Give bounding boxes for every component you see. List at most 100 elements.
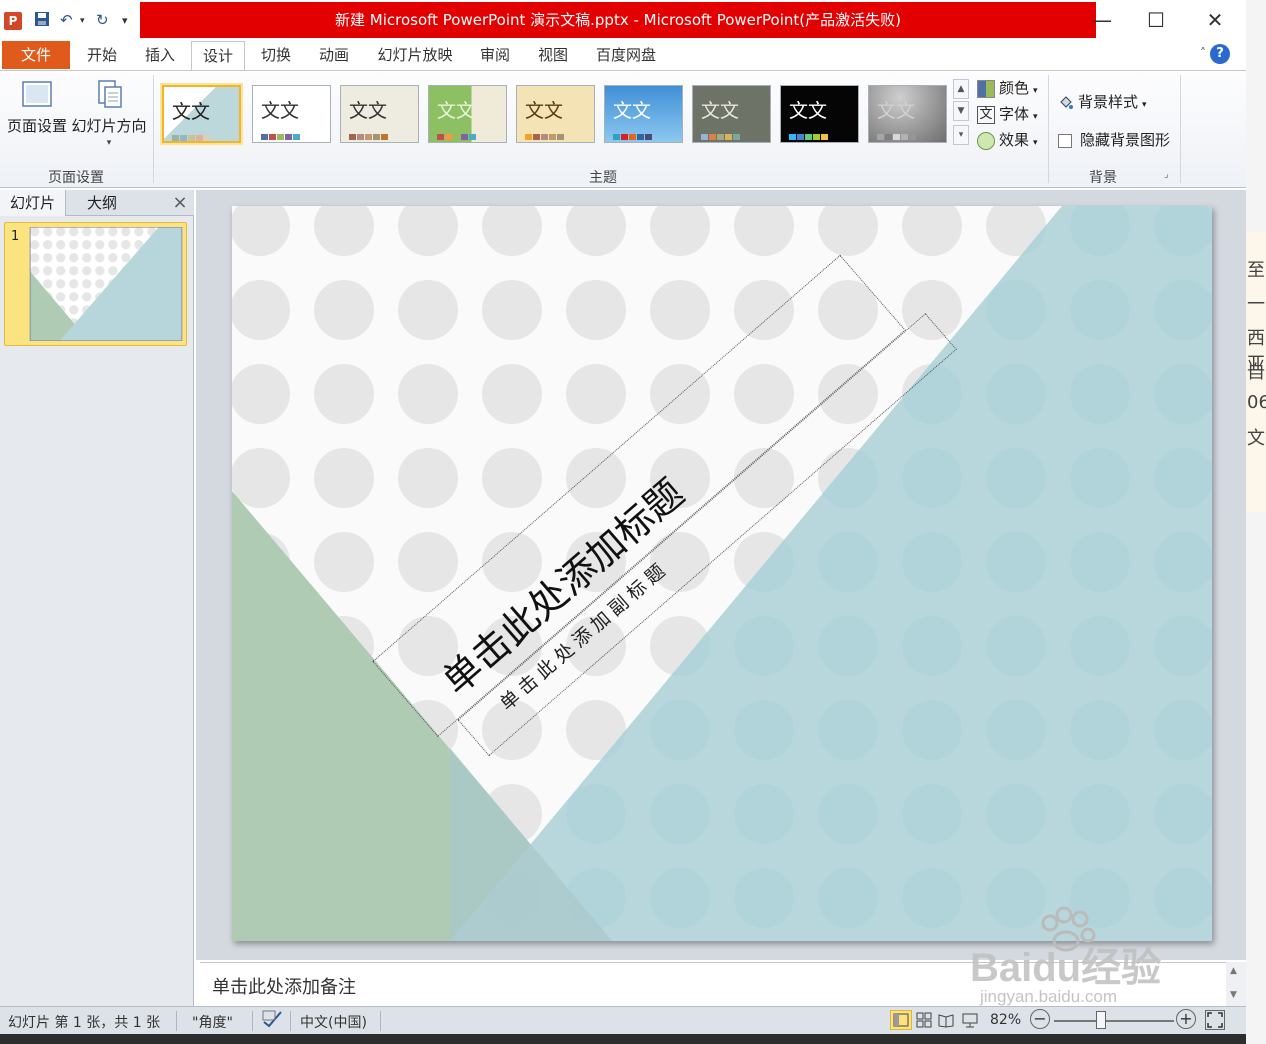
color-swatch [645,134,652,140]
tab-animations[interactable]: 动画 [308,41,360,69]
theme-thumbnail[interactable]: 文文 [516,85,595,143]
tab-home[interactable]: 开始 [76,41,128,69]
spell-check-icon[interactable] [262,1010,284,1032]
color-swatch [821,134,828,140]
background-styles-label: 背景样式 [1078,93,1139,111]
zoom-level[interactable]: 82% [990,1012,1021,1028]
slide-thumbnail-image [29,227,183,341]
redo-icon[interactable]: ↻ [96,11,109,29]
notes-pane[interactable]: 单击此处添加备注 [200,962,1226,1006]
save-icon[interactable] [34,11,50,31]
zoom-slider-thumb[interactable] [1096,1011,1106,1029]
tab-slideshow[interactable]: 幻灯片放映 [372,41,458,69]
window-title: 新建 Microsoft PowerPoint 演示文稿.pptx - Micr… [140,2,1096,38]
color-swatch [293,134,300,140]
theme-thumbnail[interactable]: 文文 [162,85,241,143]
tab-view[interactable]: 视图 [528,41,578,69]
theme-sample-text: 文文 [701,100,740,122]
dialog-launcher-icon[interactable]: ⌟ [1164,169,1169,180]
close-icon[interactable]: ✕ [1195,6,1235,34]
close-panel-icon[interactable]: × [168,190,192,216]
tab-slides[interactable]: 幻灯片 [0,190,66,216]
theme-thumbnail[interactable]: 文文 [780,85,859,143]
paint-bucket-icon [1058,95,1074,111]
help-icon[interactable]: ? [1210,44,1230,64]
undo-dropdown-icon[interactable]: ▾ [80,16,85,26]
slideshow-view-icon[interactable] [962,1012,978,1032]
gallery-scroll-up-icon[interactable]: ▲ [953,79,969,99]
color-swatch [285,134,292,140]
theme-thumbnail[interactable]: 文文 [428,85,507,143]
checkbox-icon [1058,133,1072,148]
scroll-up-icon[interactable]: ▲ [1230,966,1237,976]
normal-view-icon[interactable] [890,1010,912,1030]
scroll-down-icon[interactable]: ▼ [1230,990,1237,1000]
theme-thumbnail[interactable]: 文文 [692,85,771,143]
color-swatch [789,134,796,140]
background-styles-button[interactable]: 背景样式 ▾ [1058,91,1147,112]
color-swatch [541,134,548,140]
tab-baidu-netdisk[interactable]: 百度网盘 [590,41,662,69]
theme-color-swatches [261,128,301,142]
zoom-slider-track[interactable] [1054,1020,1174,1022]
slide-number: 1 [11,229,20,244]
colors-button[interactable]: 颜色 ▾ [977,77,1038,98]
color-swatch [365,134,372,140]
color-swatch [461,134,468,140]
chevron-down-icon: ▾ [1033,138,1038,148]
background-text: 一 [1247,294,1265,315]
slide-canvas[interactable]: 单击此处添加标题 单击此处添加副标题 [232,206,1212,941]
page-setup-button[interactable]: 页面设置 [6,79,68,136]
tab-insert[interactable]: 插入 [134,41,186,69]
color-swatch [445,134,452,140]
language-status[interactable]: 中文(中国) [300,1012,367,1032]
slide-sorter-icon[interactable] [916,1012,932,1032]
theme-thumbnail[interactable]: 文文 [252,85,331,143]
maximize-icon[interactable]: ☐ [1136,6,1176,34]
chevron-down-icon: ▾ [1033,86,1038,96]
color-swatch [557,134,564,140]
hide-background-graphics-checkbox[interactable]: 隐藏背景图形 [1058,129,1170,150]
fit-to-window-icon[interactable] [1205,1010,1225,1030]
panel-tabs: 幻灯片 大纲 × [0,190,194,216]
theme-sample-text: 文文 [437,100,476,122]
tab-outline[interactable]: 大纲 [70,190,134,216]
tab-file[interactable]: 文件 [2,41,70,69]
minimize-ribbon-icon[interactable]: ˄ [1200,46,1206,60]
gallery-scroll-down-icon[interactable]: ▼ [953,101,969,121]
theme-color-swatches [613,128,653,142]
theme-sample-text: 文文 [172,101,211,123]
color-swatch [717,134,724,140]
fonts-button[interactable]: 文字体 ▾ [977,103,1038,124]
slides-panel: 幻灯片 大纲 × 1 [0,190,194,1006]
theme-thumbnail[interactable]: 文文 [340,85,419,143]
powerpoint-app-icon[interactable]: P [4,12,22,30]
theme-thumbnail[interactable]: 文文 [604,85,683,143]
color-swatch [437,134,444,140]
color-swatch [269,134,276,140]
theme-sample-text: 文文 [525,100,564,122]
color-swatch [180,135,187,141]
undo-icon[interactable]: ↶ [60,11,73,29]
reading-view-icon[interactable] [938,1012,954,1032]
tab-transitions[interactable]: 切换 [250,41,302,69]
slide-orientation-button[interactable]: 幻灯片方向 ▾ [70,79,148,148]
customize-qat-icon[interactable]: ▾ [122,14,128,27]
slide-thumbnail[interactable]: 1 [4,222,187,346]
notes-scrollbar[interactable]: ▲ ▼ [1226,962,1246,1006]
color-swatch [373,134,380,140]
effects-button[interactable]: 效果 ▾ [977,129,1038,150]
tab-review[interactable]: 审阅 [470,41,520,69]
color-swatch [525,134,532,140]
zoom-in-icon[interactable]: + [1176,1009,1196,1029]
zoom-out-icon[interactable]: − [1030,1009,1050,1029]
background-group-label: 背景 [1089,170,1117,186]
color-swatch [381,134,388,140]
notes-placeholder: 单击此处添加备注 [212,977,356,998]
gallery-more-icon[interactable]: ▾ [953,125,969,145]
theme-thumbnail[interactable]: 文文 [868,85,947,143]
minimize-icon[interactable]: — [1082,6,1122,34]
group-divider [1048,75,1049,183]
tab-design[interactable]: 设计 [191,41,245,71]
status-divider [290,1011,291,1031]
